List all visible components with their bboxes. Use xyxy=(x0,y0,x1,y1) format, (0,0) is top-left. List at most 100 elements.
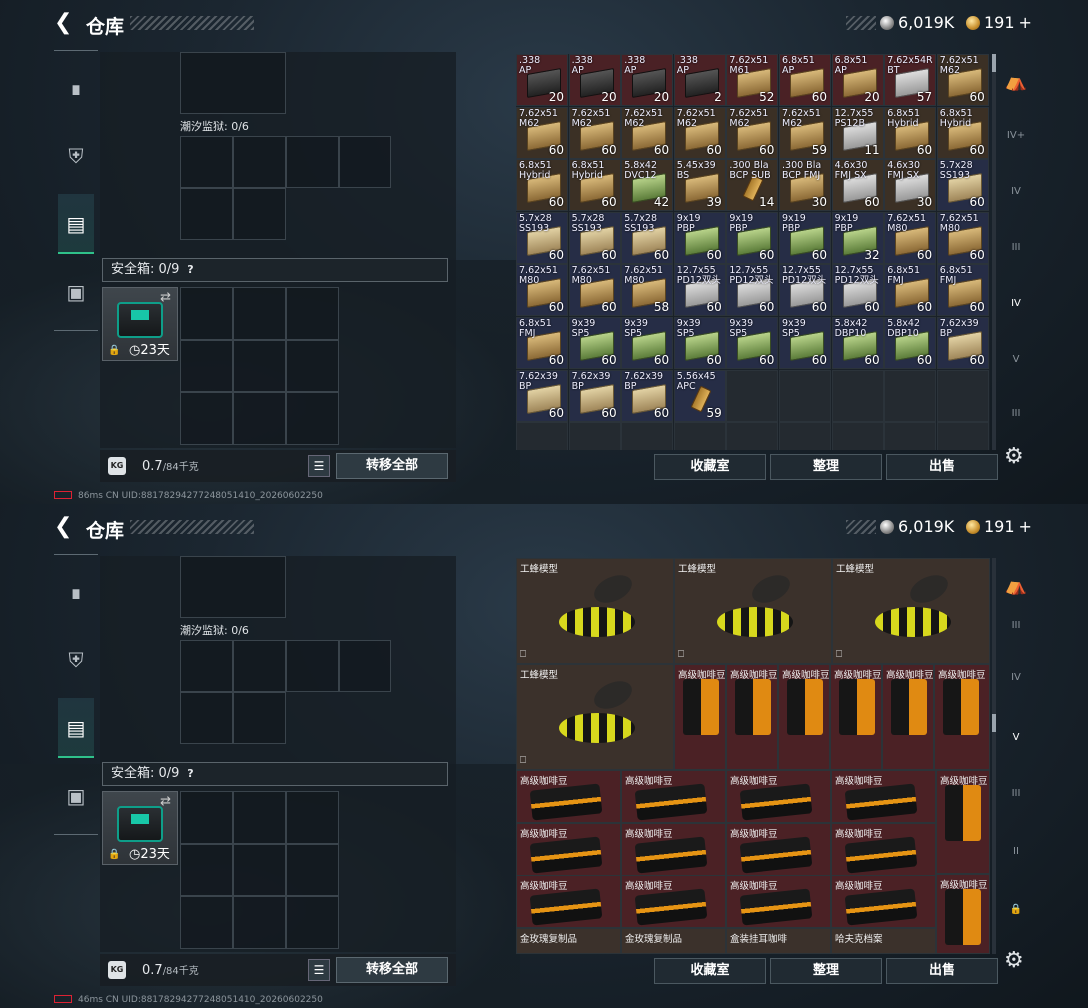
empty-slot[interactable] xyxy=(673,422,726,450)
ammo-item[interactable]: 7.62x51 M62 59 xyxy=(779,106,831,159)
empty-slot[interactable] xyxy=(726,369,779,422)
ammo-item[interactable]: 5.8x42 DBP10 60 xyxy=(884,317,937,369)
premium-coffee-item[interactable]: 高级咖啡豆 xyxy=(726,770,831,823)
ammo-item[interactable]: 6.8x51 Hybrid 60 xyxy=(516,159,568,212)
stash-page-2-icon[interactable]: II xyxy=(1000,838,1032,866)
ammo-item[interactable]: 7.62x39 BP 60 xyxy=(936,317,989,369)
toolbox-tab-icon[interactable]: ▣ xyxy=(58,766,94,826)
back-arrow-icon[interactable]: ❮ xyxy=(54,12,76,34)
ammo-item[interactable]: 5.7x28 SS193 60 xyxy=(568,211,621,264)
ammo-item[interactable]: 7.62x51 M62 60 xyxy=(726,106,779,159)
safe-slot[interactable] xyxy=(286,844,339,896)
transfer-all-button[interactable]: 转移全部 xyxy=(336,957,448,983)
organize-button[interactable]: 整理 xyxy=(770,454,882,480)
collection-room-button[interactable]: 收藏室 xyxy=(654,958,766,984)
grid-slot[interactable] xyxy=(180,188,233,240)
empty-slot[interactable] xyxy=(726,422,779,450)
stash-page-3-icon[interactable]: III xyxy=(1000,234,1032,262)
settings-gear-icon[interactable]: ⚙ xyxy=(1004,948,1024,973)
ammo-item[interactable]: 7.62x51 M62 60 xyxy=(936,54,989,106)
transfer-all-button[interactable]: 转移全部 xyxy=(336,453,448,479)
add-gold-button[interactable]: + xyxy=(1019,517,1032,536)
premium-coffee-item[interactable]: 高级咖啡豆 xyxy=(778,664,830,770)
settings-gear-icon[interactable]: ⚙ xyxy=(1004,444,1024,469)
safe-slot[interactable] xyxy=(233,896,286,949)
safe-slot[interactable] xyxy=(286,392,339,445)
ammo-item[interactable]: 7.62x51 M62 60 xyxy=(673,106,726,159)
collection-room-button[interactable]: 收藏室 xyxy=(654,454,766,480)
ammo-item[interactable]: 7.62x51 M80 60 xyxy=(516,264,568,317)
stash-page-4-icon[interactable]: IV xyxy=(1000,178,1032,206)
armor-tab-icon[interactable]: ⛨ xyxy=(58,126,94,186)
premium-coffee-item[interactable]: 高级咖啡豆 xyxy=(831,822,936,876)
ammo-item[interactable]: .300 Bla BCP SUB 14 xyxy=(726,159,779,212)
ammo-item[interactable]: 5.56x45 APC 59 xyxy=(673,369,726,422)
safe-slot[interactable] xyxy=(180,287,233,340)
stash-page-3b-icon[interactable]: III xyxy=(1000,780,1032,808)
empty-slot[interactable] xyxy=(779,422,831,450)
ammo-item[interactable]: 9x19 PBP 60 xyxy=(779,211,831,264)
ammo-item[interactable]: 9x39 SP5 60 xyxy=(673,317,726,369)
grid-slot[interactable] xyxy=(233,692,286,744)
ammo-item[interactable]: 7.62x51 M61 52 xyxy=(726,54,779,106)
stash-page-3b-icon[interactable]: III xyxy=(1000,400,1032,428)
ammo-item[interactable]: 12.7x55 PS12B 11 xyxy=(831,106,884,159)
ammo-item[interactable]: .300 Bla BCP FMJ 30 xyxy=(779,159,831,212)
ammo-item[interactable]: 5.8x42 DVC12 42 xyxy=(621,159,674,212)
premium-coffee-item[interactable]: 高级咖啡豆 xyxy=(726,875,831,929)
ammo-item[interactable]: 6.8x51 Hybrid 60 xyxy=(936,106,989,159)
ammo-item[interactable]: 9x39 SP5 60 xyxy=(779,317,831,369)
ammo-item[interactable]: 12.7x55 PD12双头 60 xyxy=(831,264,884,317)
safe-slot[interactable] xyxy=(180,844,233,896)
premium-coffee-item[interactable]: 高级咖啡豆 xyxy=(516,875,621,929)
ammo-item[interactable]: 7.62x51 M80 60 xyxy=(568,264,621,317)
safe-slot[interactable] xyxy=(233,287,286,340)
ammo-item[interactable]: 7.62x39 BP 60 xyxy=(621,369,674,422)
grid-slot[interactable] xyxy=(233,136,286,188)
stash-page-4-icon[interactable]: IV xyxy=(1000,664,1032,692)
safe-slot[interactable] xyxy=(233,844,286,896)
safe-box-item[interactable]: ⇄ 🔒 ◷23天 xyxy=(102,791,178,865)
ammo-item[interactable]: 7.62x51 M62 60 xyxy=(568,106,621,159)
ammo-item[interactable]: 5.7x28 SS193 60 xyxy=(936,159,989,212)
ammo-item[interactable]: 5.45x39 BS 39 xyxy=(673,159,726,212)
ammo-item[interactable]: .338 AP 2 xyxy=(673,54,726,106)
organize-button[interactable]: 整理 xyxy=(770,958,882,984)
list-view-button[interactable]: ☰ xyxy=(308,455,330,477)
ammo-item[interactable]: 9x39 SP5 60 xyxy=(726,317,779,369)
ammo-item[interactable]: .338 AP 20 xyxy=(516,54,568,106)
armor-tab-icon[interactable]: ⛨ xyxy=(58,630,94,690)
ammo-item[interactable]: 5.7x28 SS193 60 xyxy=(621,211,674,264)
bee-model-item[interactable]: 工蜂模型 ⎕ xyxy=(516,664,674,770)
safe-slot[interactable] xyxy=(286,791,339,844)
stash-home-icon[interactable]: ⛺ xyxy=(1000,572,1032,600)
safe-box-item[interactable]: ⇄ 🔒 ◷23天 xyxy=(102,287,178,361)
ammo-item[interactable]: 6.8x51 Hybrid 60 xyxy=(568,159,621,212)
stash-scrollbar[interactable] xyxy=(992,558,996,954)
safe-slot[interactable] xyxy=(233,340,286,392)
premium-coffee-item[interactable]: 高级咖啡豆 xyxy=(726,664,778,770)
ammo-item[interactable]: 6.8x51 FMJ 60 xyxy=(884,264,937,317)
ammo-item[interactable]: 9x19 PBP 60 xyxy=(726,211,779,264)
empty-slot[interactable] xyxy=(621,422,674,450)
ammo-item[interactable]: 7.62x51 M80 60 xyxy=(936,211,989,264)
sell-button[interactable]: 出售 xyxy=(886,454,998,480)
stash-page-5-icon[interactable]: V xyxy=(1000,346,1032,374)
swap-icon[interactable]: ⇄ xyxy=(160,290,171,305)
grid-slot[interactable] xyxy=(286,640,339,692)
safe-slot[interactable] xyxy=(180,896,233,949)
empty-slot[interactable] xyxy=(884,369,937,422)
ammo-item[interactable]: 4.6x30 FMJ SX 30 xyxy=(884,159,937,212)
ammo-item[interactable]: 7.62x39 BP 60 xyxy=(568,369,621,422)
bee-model-item[interactable]: 工蜂模型 ⎕ xyxy=(832,558,990,664)
ammo-item[interactable]: 6.8x51 Hybrid 60 xyxy=(884,106,937,159)
gold-currency[interactable]: 191 + xyxy=(966,517,1032,536)
premium-coffee-item[interactable]: 高级咖啡豆 xyxy=(516,822,621,876)
haavk-archive-item[interactable]: 哈夫克档案 xyxy=(831,928,936,954)
empty-slot[interactable] xyxy=(516,422,568,450)
empty-slot[interactable] xyxy=(568,422,621,450)
premium-coffee-item[interactable]: 高级咖啡豆 xyxy=(621,875,726,929)
grid-slot[interactable] xyxy=(180,52,286,114)
ammo-item[interactable]: 9x39 SP5 60 xyxy=(568,317,621,369)
premium-coffee-item[interactable]: 高级咖啡豆 xyxy=(831,770,936,823)
